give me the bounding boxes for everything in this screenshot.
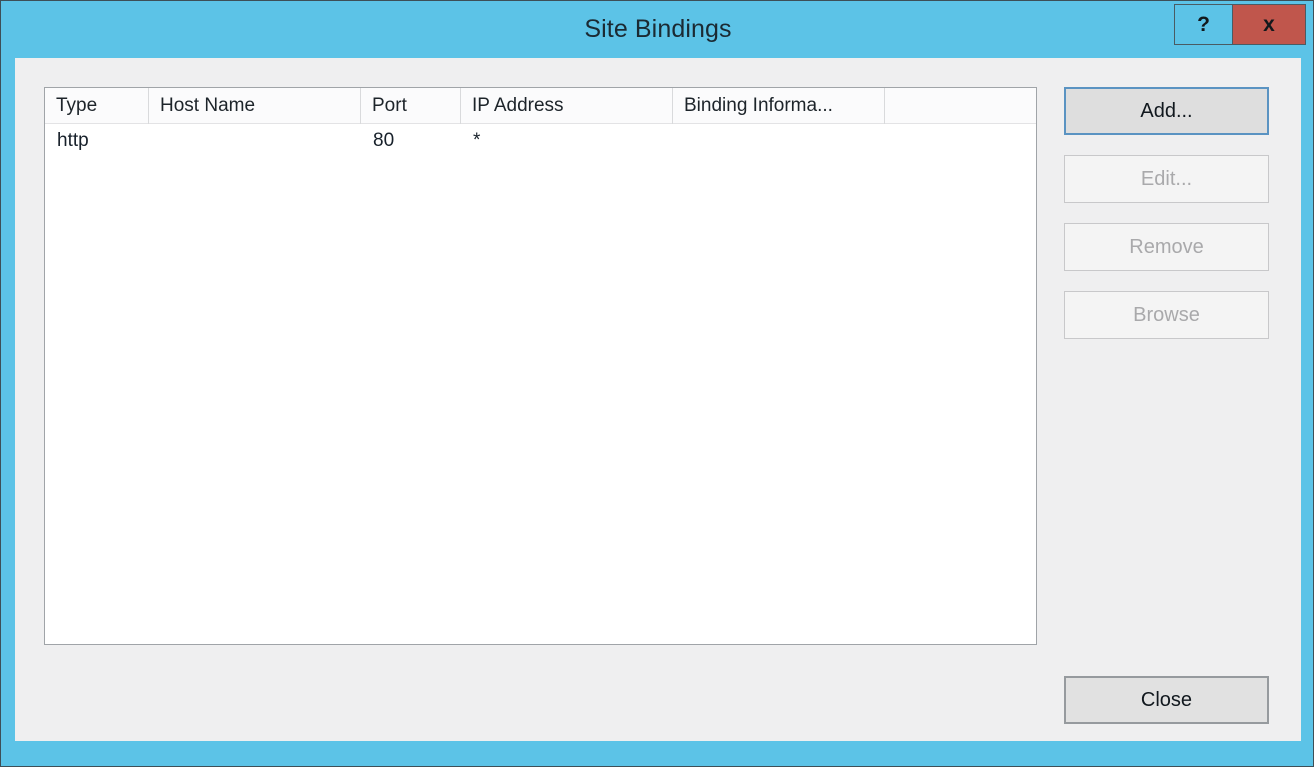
cell-binding-information	[673, 124, 885, 160]
dialog-client-area: Type Host Name Port IP Address Binding I…	[15, 58, 1301, 741]
column-header-ip-address[interactable]: IP Address	[461, 88, 673, 124]
cell-host-name	[149, 124, 361, 160]
dialog-footer: Close	[1064, 676, 1269, 724]
action-button-group: Add... Edit... Remove Browse	[1064, 87, 1269, 359]
column-header-port[interactable]: Port	[361, 88, 461, 124]
close-icon[interactable]: x	[1232, 4, 1306, 45]
column-header-type[interactable]: Type	[45, 88, 149, 124]
cell-port: 80	[373, 130, 395, 151]
cell-ip-address: *	[473, 130, 481, 151]
page-title: Site Bindings	[584, 15, 732, 43]
column-header-host-name[interactable]: Host Name	[149, 88, 361, 124]
site-bindings-dialog: Site Bindings ? x Type Host Name Port IP…	[0, 0, 1314, 767]
add-button[interactable]: Add...	[1064, 87, 1269, 135]
column-header-filler	[885, 88, 1036, 124]
close-button[interactable]: Close	[1064, 676, 1269, 724]
titlebar-button-group: ? x	[1174, 4, 1306, 45]
browse-button: Browse	[1064, 291, 1269, 339]
remove-button: Remove	[1064, 223, 1269, 271]
column-header-binding-information[interactable]: Binding Informa...	[673, 88, 885, 124]
help-icon[interactable]: ?	[1174, 4, 1232, 45]
edit-button: Edit...	[1064, 155, 1269, 203]
bindings-list-header: Type Host Name Port IP Address Binding I…	[45, 88, 1036, 124]
cell-type: http	[57, 130, 89, 151]
table-row[interactable]: http 80 *	[45, 124, 1036, 160]
bindings-list[interactable]: Type Host Name Port IP Address Binding I…	[44, 87, 1037, 645]
title-bar[interactable]: Site Bindings ? x	[1, 1, 1313, 58]
bindings-list-body: http 80 *	[45, 124, 1036, 160]
cell-filler	[885, 124, 1036, 160]
